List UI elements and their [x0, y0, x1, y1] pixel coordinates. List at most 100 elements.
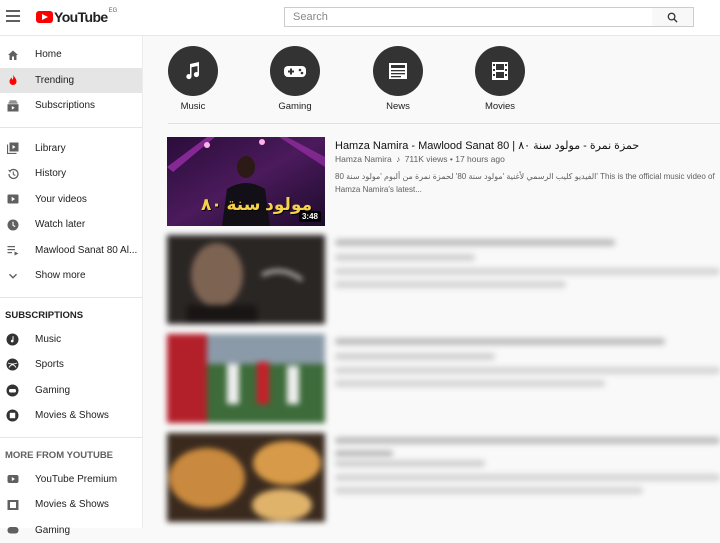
sidebar-item-subscriptions[interactable]: Subscriptions	[0, 93, 142, 119]
music-note-icon: ♪	[396, 154, 400, 164]
youtube-logo[interactable]: YouTube EG	[36, 9, 117, 25]
thumbnail-image	[167, 235, 325, 324]
video-item[interactable]: مولود سنة ٨٠ 3:48 Hamza Namira - Mawlood…	[167, 137, 720, 227]
channel-name[interactable]: Hamza Namira	[335, 154, 392, 164]
sidebar-divider	[0, 127, 142, 128]
category-label: Gaming	[265, 101, 325, 112]
video-title[interactable]: Hamza Namira - Mawlood Sanat 80 | حمزة ن…	[335, 139, 639, 152]
sidebar-item-show-more[interactable]: Show more	[0, 263, 142, 289]
video-description-blurred	[335, 474, 720, 500]
movies-icon	[6, 409, 19, 422]
sidebar-item-label: Trending	[35, 75, 74, 86]
gaming-icon	[6, 384, 19, 397]
playlist-icon	[6, 244, 19, 257]
sports-icon	[6, 358, 19, 371]
clock-icon	[6, 218, 19, 231]
search-input[interactable]: Search	[284, 7, 653, 27]
sidebar-item-gaming[interactable]: Gaming	[0, 378, 142, 404]
main-content: Music Gaming News Movies مولود سنة ٨	[143, 36, 720, 528]
hamburger-menu-icon[interactable]	[6, 9, 20, 23]
play-square-icon	[6, 193, 19, 206]
video-thumbnail[interactable]	[167, 235, 325, 324]
video-title-blurred	[335, 338, 665, 351]
gamepad-icon	[270, 46, 320, 96]
video-thumbnail[interactable]	[167, 334, 325, 423]
sidebar-divider	[0, 297, 142, 298]
sidebar-item-trending[interactable]: Trending	[0, 68, 142, 94]
sidebar-item-label: Your videos	[35, 194, 87, 205]
category-news[interactable]: News	[368, 46, 428, 112]
sidebar-item-label: Show more	[35, 270, 86, 281]
library-icon	[6, 142, 19, 155]
thumbnail-image	[167, 433, 325, 522]
newspaper-icon	[373, 46, 423, 96]
video-description-blurred	[335, 268, 720, 294]
sidebar-item-label: YouTube Premium	[35, 474, 117, 485]
sidebar-item-label: Home	[35, 49, 62, 60]
video-meta-blurred	[335, 460, 485, 473]
more-from-youtube-heading: MORE FROM YOUTUBE	[0, 446, 142, 467]
thumbnail-overlay-text: مولود سنة ٨٠	[201, 195, 312, 215]
video-description-blurred	[335, 367, 720, 393]
youtube-play-icon	[36, 11, 53, 23]
logo-text: YouTube	[54, 9, 108, 25]
sidebar-item-label: Mawlood Sanat 80 Al...	[35, 245, 137, 256]
video-item[interactable]	[167, 433, 720, 523]
category-music[interactable]: Music	[163, 46, 223, 112]
country-code: EG	[109, 8, 118, 14]
film-icon	[6, 498, 19, 511]
sidebar-item-home[interactable]: Home	[0, 42, 142, 68]
search-button[interactable]	[652, 7, 694, 27]
sidebar-item-label: Subscriptions	[35, 100, 95, 111]
video-meta: Hamza Namira ♪ 711K views • 17 hours ago	[335, 154, 505, 164]
chevron-down-icon	[6, 269, 19, 282]
history-icon	[6, 167, 19, 180]
sidebar-item-more-gaming[interactable]: Gaming	[0, 518, 142, 543]
subscriptions-icon	[6, 99, 19, 112]
category-label: Movies	[470, 101, 530, 112]
youtube-icon	[6, 473, 19, 486]
video-description: الفيديو كليب الرسمي لأغنية 'مولود سنة 80…	[335, 170, 715, 196]
video-item[interactable]	[167, 334, 720, 424]
thumbnail-image	[167, 334, 325, 423]
sidebar-divider	[0, 437, 142, 438]
sidebar-item-your-videos[interactable]: Your videos	[0, 187, 142, 213]
video-meta-blurred	[335, 254, 475, 267]
subscriptions-heading: SUBSCRIPTIONS	[0, 306, 142, 327]
film-strip-icon	[475, 46, 525, 96]
sidebar-item-label: Music	[35, 334, 61, 345]
video-item[interactable]	[167, 235, 720, 325]
content-divider	[168, 123, 720, 124]
sidebar-item-history[interactable]: History	[0, 161, 142, 187]
video-title-blurred	[335, 239, 615, 252]
sidebar-item-library[interactable]: Library	[0, 136, 142, 162]
sidebar-item-label: Library	[35, 143, 66, 154]
sidebar-item-youtube-premium[interactable]: YouTube Premium	[0, 467, 142, 493]
sidebar-item-label: Movies & Shows	[35, 499, 109, 510]
sidebar-item-label: Sports	[35, 359, 64, 370]
sidebar-item-label: History	[35, 168, 66, 179]
sidebar: Home Trending Subscriptions Library Hist…	[0, 36, 143, 528]
category-label: Music	[163, 101, 223, 112]
sidebar-item-music[interactable]: Music	[0, 327, 142, 353]
sidebar-item-watch-later[interactable]: Watch later	[0, 212, 142, 238]
video-thumbnail[interactable]: مولود سنة ٨٠ 3:48	[167, 137, 325, 226]
sidebar-item-more-movies-shows[interactable]: Movies & Shows	[0, 492, 142, 518]
sidebar-item-sports[interactable]: Sports	[0, 352, 142, 378]
sidebar-item-label: Gaming	[35, 525, 70, 536]
top-bar: YouTube EG Search	[0, 0, 720, 36]
music-icon	[6, 333, 19, 346]
video-duration: 3:48	[299, 211, 321, 222]
category-gaming[interactable]: Gaming	[265, 46, 325, 112]
video-thumbnail[interactable]	[167, 433, 325, 522]
gamepad-icon	[6, 524, 19, 537]
sidebar-item-label: Movies & Shows	[35, 410, 109, 421]
sidebar-item-label: Gaming	[35, 385, 70, 396]
sidebar-item-label: Watch later	[35, 219, 85, 230]
category-movies[interactable]: Movies	[470, 46, 530, 112]
category-label: News	[368, 101, 428, 112]
sidebar-item-playlist[interactable]: Mawlood Sanat 80 Al...	[0, 238, 142, 264]
video-meta-blurred	[335, 353, 495, 366]
sidebar-item-movies-shows[interactable]: Movies & Shows	[0, 403, 142, 429]
video-stats: 711K views • 17 hours ago	[405, 154, 505, 164]
